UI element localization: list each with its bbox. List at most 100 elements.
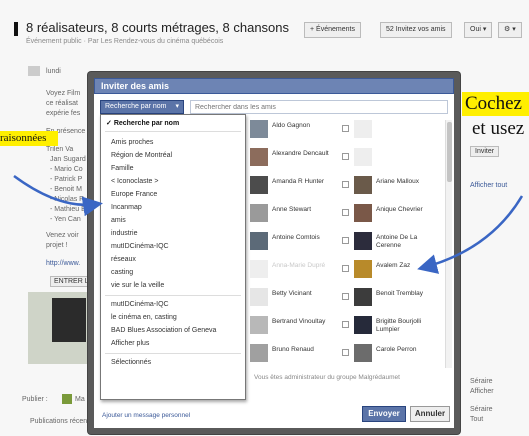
venue-photo[interactable] (52, 298, 86, 342)
friend-name: Benoit Tremblay (376, 290, 423, 297)
menu-item[interactable]: Région de Montréal (111, 152, 172, 159)
settings-button[interactable]: ⚙ ▾ (498, 22, 522, 38)
calendar-icon (28, 66, 40, 76)
friends-scrollbar[interactable] (445, 120, 452, 368)
description-line: - Yen Can (50, 216, 81, 223)
menu-divider (105, 353, 241, 354)
friend-photo (250, 260, 268, 278)
friend-name: Brigitte Bourjolli Lumpier (376, 318, 422, 333)
filter-menu: ✓ Recherche par nom Amis proches Région … (100, 114, 246, 400)
right-invite-button[interactable]: Inviter (470, 146, 500, 157)
description-line: projet ! (46, 242, 68, 249)
menu-item[interactable]: casting (111, 269, 133, 276)
friend-item[interactable]: Anique Chevrier (354, 204, 450, 228)
friend-item[interactable]: Aldo Gagnon (250, 120, 362, 144)
event-title: 8 réalisateurs, 8 courts métrages, 8 cha… (26, 20, 290, 35)
right-text: Afficher (470, 388, 494, 395)
friend-item[interactable] (354, 148, 450, 172)
friend-checkbox[interactable] (342, 237, 349, 244)
menu-item[interactable]: mutIDCinéma-IQC (111, 301, 169, 308)
friend-photo (354, 176, 372, 194)
friend-checkbox[interactable] (342, 125, 349, 132)
cancel-button[interactable]: Annuler (410, 406, 450, 422)
menu-item[interactable]: amis (111, 217, 126, 224)
friend-photo (354, 232, 372, 250)
menu-item[interactable]: le cinéma en, casting (111, 314, 177, 321)
menu-item[interactable]: Famille (111, 165, 134, 172)
filter-label: Recherche par nom (105, 103, 167, 110)
description-line: - Benoit M (50, 186, 82, 193)
filter-dropdown[interactable]: Recherche par nom ▾ (100, 100, 184, 114)
friend-item[interactable]: Ariane Malloux (354, 176, 450, 200)
event-header: 8 réalisateurs, 8 courts métrages, 8 cha… (14, 16, 524, 56)
friend-item[interactable]: Bruno Renaud (250, 344, 362, 368)
show-all-link[interactable]: Afficher tout (470, 182, 507, 189)
invite-friends-button[interactable]: 52 Invitez vos amis (380, 22, 452, 38)
friend-checkbox[interactable] (342, 265, 349, 272)
friend-item[interactable]: Amanda R Hunter (250, 176, 362, 200)
friend-name: Avalem Zaz (376, 262, 411, 269)
friend-item[interactable]: Brigitte Bourjolli Lumpier (354, 316, 450, 340)
callout-cochez: Cochez (462, 92, 529, 116)
friend-photo (354, 316, 372, 334)
friend-checkbox[interactable] (342, 293, 349, 300)
menu-item[interactable]: BAD Blues Association of Geneva (111, 327, 216, 334)
menu-item[interactable]: Sélectionnés (111, 359, 151, 366)
right-text: Séraire (470, 378, 493, 385)
menu-item[interactable]: Amis proches (111, 139, 153, 146)
friend-item[interactable]: Betty Vicinant (250, 288, 362, 312)
callout-raisonnees: raisonnées (0, 131, 58, 146)
friend-item[interactable]: Alexandre Dencault (250, 148, 362, 172)
friend-name: Antoine De La Cerenne (376, 234, 418, 249)
menu-item[interactable]: vie sur le la veille (111, 282, 164, 289)
add-message-link[interactable]: Ajouter un message personnel (102, 412, 190, 419)
friend-name: Aldo Gagnon (272, 122, 310, 129)
description-line: - Patrick P (50, 176, 83, 183)
friend-item[interactable]: Avalem Zaz (354, 260, 450, 284)
rsvp-button[interactable]: Oui ▾ (464, 22, 493, 38)
friend-checkbox[interactable] (342, 349, 349, 356)
friend-photo (354, 260, 372, 278)
friend-checkbox[interactable] (342, 321, 349, 328)
menu-item[interactable]: réseaux (111, 256, 136, 263)
friend-item[interactable]: Anne Stewart (250, 204, 362, 228)
friend-item[interactable]: Benoit Tremblay (354, 288, 450, 312)
friend-item[interactable]: Carole Perron (354, 344, 450, 368)
description-line: ce réalisat (46, 100, 78, 107)
friend-checkbox[interactable] (342, 181, 349, 188)
friend-name: Antoine Comtois (272, 234, 320, 241)
chevron-down-icon: ▾ (175, 103, 179, 110)
menu-item-selected[interactable]: ✓ Recherche par nom (106, 119, 179, 127)
event-date: lundi (46, 68, 61, 75)
friend-item[interactable]: Antoine De La Cerenne (354, 232, 450, 256)
friend-photo (250, 316, 268, 334)
description-line: Voyez Film (46, 90, 81, 97)
header-marker (14, 22, 18, 36)
friend-name: Bruno Renaud (272, 346, 314, 353)
friend-checkbox[interactable] (342, 153, 349, 160)
menu-item[interactable]: Incanmap (111, 204, 142, 211)
post-more[interactable]: Ma (75, 396, 85, 403)
events-button[interactable]: + Événements (304, 22, 361, 38)
friend-name: Anique Chevrier (376, 206, 423, 213)
description-line: Venez voir (46, 232, 79, 239)
menu-item[interactable]: Europe France (111, 191, 157, 198)
friend-photo (250, 288, 268, 306)
friend-search-input[interactable] (190, 100, 448, 114)
friend-item[interactable]: Antoine Comtois (250, 232, 362, 256)
menu-item[interactable]: Afficher plus (111, 340, 149, 347)
menu-item[interactable]: mutIDCinéma-IQC (111, 243, 169, 250)
friend-photo (250, 344, 268, 362)
friend-item[interactable]: Bertrand Vinoultay (250, 316, 362, 340)
friend-item[interactable] (354, 120, 450, 144)
menu-item[interactable]: < Iconoclaste > (111, 178, 158, 185)
friend-item[interactable]: Anna-Marie Dupré (250, 260, 362, 284)
friend-photo (354, 120, 372, 138)
friend-checkbox[interactable] (342, 209, 349, 216)
event-link[interactable]: http://www. (46, 260, 80, 267)
menu-item[interactable]: industrie (111, 230, 137, 237)
scroll-thumb[interactable] (447, 122, 452, 182)
friend-photo (250, 148, 268, 166)
friend-photo (250, 204, 268, 222)
send-button[interactable]: Envoyer (362, 406, 406, 422)
